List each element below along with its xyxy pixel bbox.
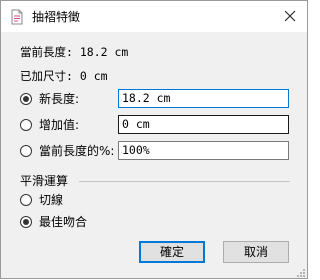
tangent-label: 切線 [39,193,64,207]
new-length-label: 新長度: [39,92,80,106]
smoothing-group-title: 平滑運算 [20,174,69,188]
pleat-feature-dialog: 抽褶特徵 當前長度: 18.2 cm 已加尺寸: 0 cm 新長度: 18.2 … [0,0,308,279]
current-length-text: 當前長度: 18.2 cm [20,45,129,59]
group-divider [79,181,290,182]
tangent-radio[interactable] [20,194,32,206]
added-size-text: 已加尺寸: 0 cm [20,69,108,83]
new-length-option[interactable]: 新長度: [20,91,115,107]
increase-option[interactable]: 增加值: [20,117,115,133]
percent-label: 當前長度的%: [39,144,115,158]
window-title: 抽褶特徵 [32,10,81,24]
new-length-input[interactable]: 18.2 cm [118,89,289,108]
increase-label: 增加值: [39,118,80,132]
increase-radio[interactable] [20,119,32,131]
increase-input[interactable]: 0 cm [118,115,289,134]
percent-option[interactable]: 當前長度的%: [20,143,115,159]
cancel-button[interactable]: 取消 [223,241,289,263]
close-button[interactable] [273,1,307,32]
ok-button[interactable]: 確定 [139,241,205,263]
document-icon [9,9,25,25]
new-length-radio[interactable] [20,93,32,105]
percent-radio[interactable] [20,145,32,157]
best-fit-option[interactable]: 最佳吻合 [20,214,110,230]
title-bar: 抽褶特徵 [1,1,307,32]
close-icon [284,10,296,22]
best-fit-label: 最佳吻合 [39,215,88,229]
best-fit-radio[interactable] [20,216,32,228]
percent-input[interactable]: 100% [118,141,289,160]
resize-grip-icon[interactable] [295,266,305,277]
tangent-option[interactable]: 切線 [20,192,90,208]
